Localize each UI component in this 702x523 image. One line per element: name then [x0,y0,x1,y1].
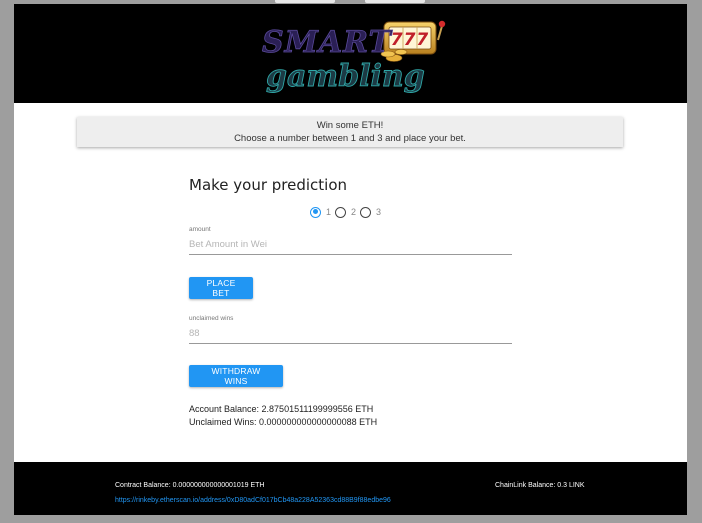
radio-option-3[interactable]: 3 [360,206,382,218]
smart-gambling-logo: 777 SMART gambling [262,20,446,94]
unclaimed-wins-label: unclaimed wins [189,315,234,322]
account-balance-text: Account Balance: 2.87501511199999556 ETH [189,404,374,414]
radio-button-2[interactable] [335,206,347,218]
radio-button-1[interactable] [310,206,321,218]
info-banner: Win some ETH! Choose a number between 1 … [77,117,623,147]
browser-tab[interactable] [365,0,425,3]
banner-instructions: Choose a number between 1 and 3 and plac… [234,133,466,144]
contract-balance: Contract Balance: 0.000000000000001019 E… [115,482,265,489]
radio-option-2[interactable]: 2 [335,206,357,218]
unclaimed-wins-text: Unclaimed Wins: 0.000000000000000088 ETH [189,417,378,427]
logo-smart-text: SMART [262,25,394,60]
app-frame: 777 SMART gambling Win some ETH! Choose … [14,4,687,515]
browser-tab[interactable] [275,0,335,3]
etherscan-link[interactable]: https://rinkeby.etherscan.io/address/0xD… [115,497,391,504]
prediction-card: Make your prediction 1 2 3 amount PLACE … [189,176,512,427]
radio-label-2: 2 [351,207,357,217]
radio-label-3: 3 [376,207,382,217]
withdraw-wins-button[interactable]: WITHDRAW WINS [189,365,283,387]
number-radio-group: 1 2 3 [310,205,385,219]
amount-field: amount [189,226,512,255]
header: 777 SMART gambling [14,4,687,103]
radio-option-1[interactable]: 1 [310,206,332,218]
svg-text:777: 777 [391,30,430,50]
unclaimed-wins-field: unclaimed wins [189,315,512,344]
prediction-title: Make your prediction [189,176,348,194]
amount-label: amount [189,226,211,233]
unclaimed-wins-input[interactable] [189,322,512,344]
banner-headline: Win some ETH! [316,120,384,131]
bet-amount-input[interactable] [189,233,512,255]
radio-button-3[interactable] [360,206,372,218]
place-bet-button[interactable]: PLACE BET [189,277,253,299]
footer: Contract Balance: 0.000000000000001019 E… [14,462,687,515]
logo-gambling-text: gambling [266,59,425,94]
chainlink-balance: ChainLink Balance: 0.3 LINK [495,482,585,489]
radio-label-1: 1 [326,207,332,217]
